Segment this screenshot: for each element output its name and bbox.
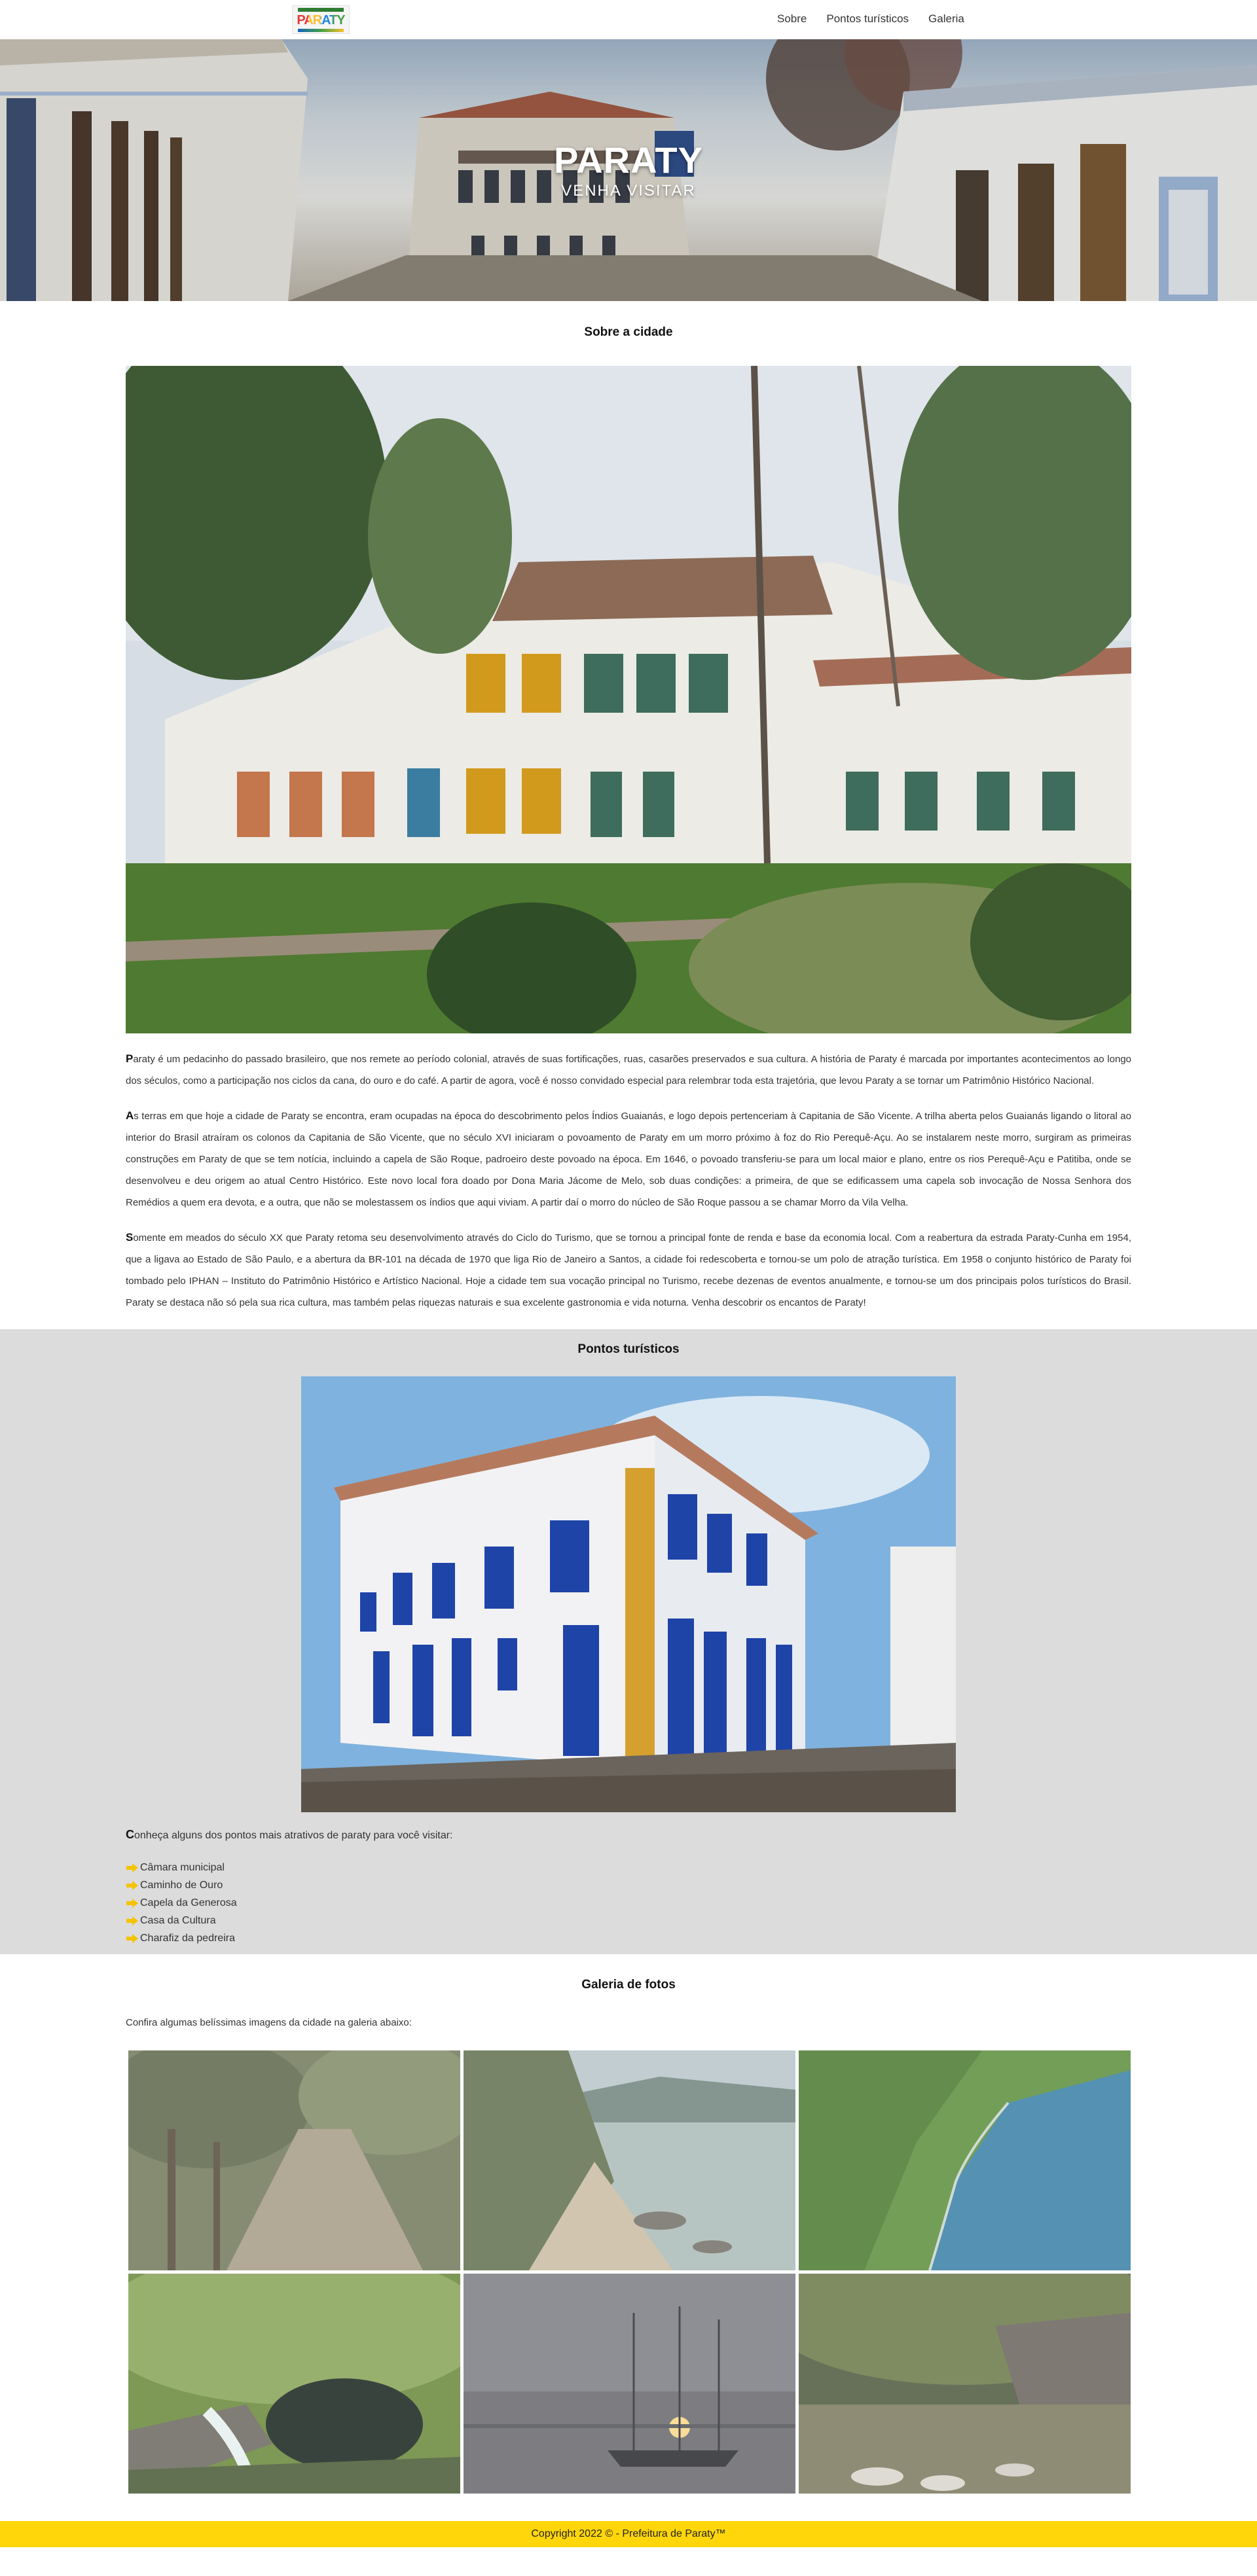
- arrow-right-icon: [126, 1898, 138, 1908]
- drop-cap: A: [126, 1109, 134, 1122]
- tour-photo: [301, 1376, 956, 1812]
- paragraph-text: s terras em que hoje a cidade de Paraty …: [126, 1111, 1131, 1208]
- about-paragraph: Somente em meados do século XX que Parat…: [126, 1226, 1131, 1314]
- about-paragraph: Paraty é um pedacinho do passado brasile…: [126, 1048, 1131, 1092]
- list-item: Charafiz da pedreira: [126, 1929, 1131, 1947]
- list-item: Câmara municipal: [126, 1859, 1131, 1876]
- gallery-photo-waterfall[interactable]: [128, 2274, 460, 2494]
- arrow-right-icon: [126, 1933, 138, 1943]
- paraty-logo[interactable]: PARATY: [292, 5, 350, 34]
- tour-content: Conheça alguns dos pontos mais atrativos…: [126, 1828, 1131, 1947]
- blue-house-photo: [301, 1376, 956, 1812]
- list-item: Capela da Generosa: [126, 1894, 1131, 1912]
- square-photo: [126, 366, 1131, 1033]
- paragraph-text: araty é um pedacinho do passado brasilei…: [126, 1054, 1131, 1086]
- nav-link-sobre[interactable]: Sobre: [777, 12, 807, 26]
- gallery-grid: [126, 2050, 1131, 2494]
- tour-section: Pontos turísticos Conheça alguns dos pon…: [0, 1329, 1257, 1954]
- hero-title: PARATY: [554, 139, 703, 181]
- gallery-intro: Confira algumas belíssimas imagens da ci…: [126, 2017, 412, 2028]
- intro-text: onheça alguns dos pontos mais atrativos …: [134, 1830, 453, 1841]
- gallery-photo-beach[interactable]: [464, 2050, 795, 2270]
- logo-wordmark: PARATY: [297, 12, 345, 27]
- arrow-right-icon: [126, 1916, 138, 1925]
- about-section: Sobre a cidade Paraty é um pedacinho do …: [0, 301, 1257, 1314]
- about-photo: [126, 366, 1131, 1033]
- gallery-photo-bay-aerial[interactable]: [799, 2050, 1131, 2270]
- list-item-label: Caminho de Ouro: [140, 1879, 223, 1891]
- arrow-right-icon: [126, 1863, 138, 1872]
- site-footer: Copyright 2022 © - Prefeitura de Paraty™: [0, 2521, 1257, 2547]
- drop-cap: P: [126, 1052, 134, 1065]
- list-item-label: Câmara municipal: [140, 1861, 225, 1873]
- nav-link-galeria[interactable]: Galeria: [928, 12, 964, 26]
- copyright-text: Copyright 2022 © - Prefeitura de Paraty™: [531, 2528, 726, 2539]
- gallery-title: Galeria de fotos: [581, 1978, 676, 1992]
- hero-banner: PARATY VENHA VISITAR: [0, 39, 1257, 301]
- list-item-label: Casa da Cultura: [140, 1914, 216, 1926]
- logo-stripe-bottom: [298, 28, 344, 32]
- gallery-photo-trail[interactable]: [128, 2050, 460, 2270]
- list-item: Caminho de Ouro: [126, 1876, 1131, 1894]
- top-navbar: PARATY Sobre Pontos turísticos Galeria: [0, 0, 1257, 39]
- arrow-right-icon: [126, 1880, 138, 1890]
- about-title: Sobre a cidade: [584, 325, 673, 339]
- gallery-photo-river[interactable]: [799, 2274, 1131, 2494]
- tour-intro: Conheça alguns dos pontos mais atrativos…: [126, 1828, 1131, 1842]
- tour-list: Câmara municipal Caminho de Ouro Capela …: [126, 1859, 1131, 1947]
- logo-stripe-top: [298, 7, 344, 12]
- about-paragraph: As terras em que hoje a cidade de Paraty…: [126, 1105, 1131, 1213]
- about-text: Paraty é um pedacinho do passado brasile…: [126, 1048, 1131, 1314]
- paragraph-text: omente em meados do século XX que Paraty…: [126, 1232, 1131, 1308]
- gallery-section: Galeria de fotos Confira algumas belíssi…: [0, 1954, 1257, 2494]
- hero-subtitle: VENHA VISITAR: [561, 182, 696, 200]
- drop-cap: C: [126, 1828, 134, 1841]
- gallery-content: Confira algumas belíssimas imagens da ci…: [126, 2017, 1131, 2028]
- nav-link-pontos-turisticos[interactable]: Pontos turísticos: [826, 12, 909, 26]
- list-item: Casa da Cultura: [126, 1912, 1131, 1929]
- gallery-photo-sunset-boat[interactable]: [464, 2274, 795, 2494]
- list-item-label: Charafiz da pedreira: [140, 1932, 235, 1944]
- list-item-label: Capela da Generosa: [140, 1897, 237, 1908]
- tour-title: Pontos turísticos: [577, 1342, 680, 1356]
- drop-cap: S: [126, 1231, 134, 1243]
- nav-links: Sobre Pontos turísticos Galeria: [777, 12, 964, 26]
